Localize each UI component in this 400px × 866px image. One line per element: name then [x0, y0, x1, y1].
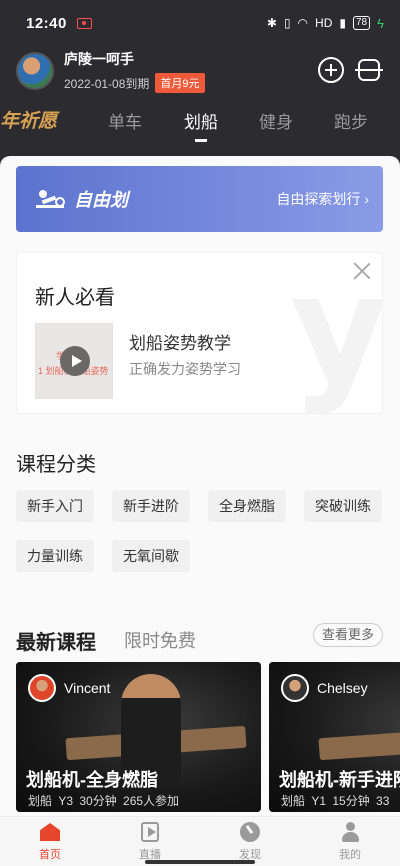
free-row-banner[interactable]: 自由划 自由探索划行 ›	[16, 166, 383, 232]
newcomer-title: 新人必看	[35, 287, 115, 309]
newcomer-card: y 新人必看 学划船 1 划船机划船姿势 划船姿势教学 正确发力姿势学习	[16, 252, 383, 414]
category-chip[interactable]: 力量训练	[16, 540, 94, 572]
course-card[interactable]: Chelsey 划船机-新手进阶 划船 Y1 15分钟 33	[269, 662, 400, 812]
expiry-date: 2022-01-08到期	[64, 76, 150, 91]
category-tabs: 年祈愿 单车 划船 健身 跑步	[0, 96, 400, 156]
lesson-title[interactable]: 划船姿势教学	[129, 329, 231, 354]
live-icon	[139, 821, 161, 843]
category-chip[interactable]: 新手入门	[16, 490, 94, 522]
membership-expiry: 2022-01-08到期 首月9元	[64, 73, 205, 93]
account-header: 庐陵一呵手 2022-01-08到期 首月9元	[0, 46, 400, 96]
vibrate-icon: ▯	[283, 16, 291, 30]
nav-discover[interactable]: 发现	[220, 821, 280, 862]
bluetooth-icon: ✱	[266, 16, 277, 30]
course-title: 划船机-全身燃脂	[26, 770, 158, 790]
coach-name: Chelsey	[317, 680, 368, 696]
username: 庐陵一呵手	[64, 51, 134, 67]
play-icon[interactable]	[60, 346, 90, 376]
lesson-thumbnail[interactable]: 学划船 1 划船机划船姿势	[35, 323, 113, 399]
category-chip[interactable]: 无氧间歇	[112, 540, 190, 572]
promo-badge[interactable]: 首月9元	[155, 73, 205, 93]
home-icon	[39, 821, 61, 843]
signal-icon: ▮	[339, 16, 346, 30]
nav-label: 我的	[339, 849, 361, 861]
bottom-nav: 首页 直播 发现 我的	[0, 816, 400, 866]
nav-home[interactable]: 首页	[20, 821, 80, 862]
status-bar: 12:40 ✱ ▯ ◠ HD ▮ 78 ϟ	[0, 0, 400, 46]
category-chip[interactable]: 新手进阶	[112, 490, 190, 522]
nav-profile[interactable]: 我的	[320, 821, 380, 862]
categories-title: 课程分类	[16, 454, 96, 476]
charging-icon: ϟ	[377, 15, 384, 31]
tab-running[interactable]: 跑步	[334, 108, 368, 133]
course-card[interactable]: Vincent 划船机-全身燃脂 划船 Y3 30分钟 265人参加	[16, 662, 261, 812]
free-courses-tab[interactable]: 限时免费	[124, 627, 196, 653]
course-meta: 划船 Y1 15分钟 33	[281, 794, 390, 808]
home-indicator[interactable]	[145, 860, 255, 864]
banner-link[interactable]: 自由探索划行 ›	[276, 189, 369, 209]
nav-label: 首页	[39, 849, 61, 861]
network-label: HD	[315, 16, 333, 30]
screen-record-icon	[76, 17, 92, 29]
promo-tab[interactable]: 年祈愿	[0, 106, 57, 133]
tab-fitness[interactable]: 健身	[259, 108, 293, 133]
close-icon[interactable]	[352, 261, 372, 281]
coach-avatar	[281, 674, 309, 702]
status-time: 12:40	[26, 14, 67, 32]
category-chip[interactable]: 突破训练	[304, 490, 382, 522]
coach-name: Vincent	[64, 680, 111, 696]
banner-title: 自由划	[74, 190, 128, 210]
latest-courses-title[interactable]: 最新课程	[16, 626, 96, 655]
profile-icon	[339, 821, 361, 843]
tab-rowing[interactable]: 划船	[184, 108, 218, 133]
user-info[interactable]: 庐陵一呵手 2022-01-08到期 首月9元	[64, 49, 205, 93]
course-title: 划船机-新手进阶	[279, 770, 400, 790]
battery-icon: 78	[352, 16, 371, 30]
status-icons: ✱ ▯ ◠ HD ▮ 78 ϟ	[267, 16, 384, 31]
course-meta: 划船 Y3 30分钟 265人参加	[28, 794, 180, 808]
category-chip[interactable]: 全身燃脂	[208, 490, 286, 522]
add-icon[interactable]	[318, 57, 344, 83]
view-more-button[interactable]: 查看更多	[312, 623, 383, 647]
wifi-icon: ◠	[297, 16, 309, 30]
main-content: 自由划 自由探索划行 › y 新人必看 学划船 1 划船机划船姿势 划船姿势教学…	[0, 156, 400, 816]
rowing-machine-icon	[34, 185, 65, 213]
scan-icon[interactable]	[355, 59, 383, 81]
coach-avatar	[28, 674, 56, 702]
discover-icon	[239, 821, 261, 843]
nav-live[interactable]: 直播	[120, 821, 180, 862]
lesson-subtitle: 正确发力姿势学习	[129, 361, 241, 377]
tab-bike[interactable]: 单车	[108, 108, 142, 133]
avatar[interactable]	[16, 52, 54, 90]
